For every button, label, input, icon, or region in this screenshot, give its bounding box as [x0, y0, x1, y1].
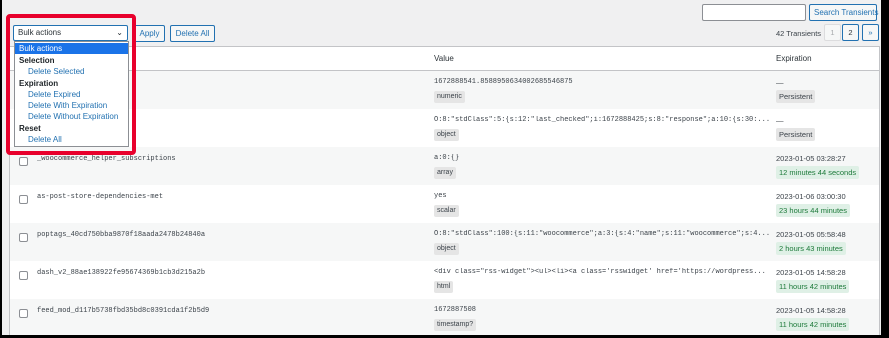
expiration-badge: Persistent [776, 128, 816, 141]
expiration-badge: 11 hours 42 minutes [776, 280, 850, 293]
transient-value: <div class="rss-widget"><ul><li><a class… [434, 268, 766, 276]
current-page: 1 [824, 24, 841, 41]
transient-name[interactable]: poptags_40cd750bba9870f18aada2478b24840a [37, 231, 205, 239]
transient-value: yes [434, 192, 447, 200]
expiration-date: — [776, 116, 784, 125]
type-badge: timestamp? [434, 319, 477, 331]
transient-value: O:8:"stdClass":5:{s:12:"last_checked";i:… [434, 116, 770, 124]
transient-value: a:0:{} [434, 154, 460, 162]
search-input[interactable] [702, 4, 806, 21]
transient-name[interactable]: feed_mod_d117b5738fbd35bd8c0391cda1f2b5d… [37, 307, 209, 315]
transient-value: 1672888541.8588950634002685546875 [434, 78, 573, 86]
expiration-badge: 12 minutes 44 seconds [776, 166, 860, 179]
expiration-badge: 11 hours 42 minutes [776, 318, 850, 331]
transient-value: O:8:"stdClass":100:{s:11:"woocommerce";a… [434, 230, 770, 238]
type-badge: scalar [434, 205, 459, 217]
expiration-date: 2023-01-05 14:58:28 [776, 306, 846, 315]
row-checkbox[interactable] [19, 157, 28, 166]
table-row: O:8:"stdClass":5:{s:12:"last_checked";i:… [10, 109, 879, 147]
transient-name[interactable]: dash_v2_88ae138922fe95674369b1cb3d215a2b [37, 269, 205, 277]
table-header: Value Expiration [10, 47, 879, 71]
type-badge: array [434, 167, 456, 179]
optgroup-expiration: Expiration [19, 79, 59, 88]
option-delete-with-expiration[interactable]: Delete With Expiration [15, 100, 128, 111]
option-delete-selected[interactable]: Delete Selected [15, 66, 128, 77]
delete-all-button[interactable]: Delete All [170, 25, 215, 42]
optgroup-selection: Selection [19, 56, 55, 65]
row-checkbox[interactable] [19, 233, 28, 242]
row-checkbox[interactable] [19, 271, 28, 280]
transient-name[interactable]: _woocommerce_helper_subscriptions [37, 155, 176, 163]
column-expiration[interactable]: Expiration [776, 54, 812, 63]
type-badge: html [434, 281, 454, 293]
row-checkbox[interactable] [19, 309, 28, 318]
optgroup-reset: Reset [19, 124, 41, 133]
transients-page: Search Transients Bulk actions ⌄ Apply D… [2, 0, 881, 335]
page-2-link[interactable]: 2 [842, 24, 859, 41]
apply-button[interactable]: Apply [134, 25, 165, 42]
bulk-actions-dropdown: Bulk actions Selection Delete Selected E… [14, 41, 129, 147]
expiration-badge: 23 hours 44 minutes [776, 204, 850, 217]
expiration-date: — [776, 78, 784, 87]
transient-count: 42 Transients [776, 29, 822, 38]
transient-name[interactable]: as-post-store-dependencies-met [37, 193, 163, 201]
table-row: dash_v2_88ae138922fe95674369b1cb3d215a2b… [10, 261, 879, 299]
expiration-date: 2023-01-05 05:58:48 [776, 230, 846, 239]
table-row: as-post-store-dependencies-met yes scala… [10, 185, 879, 223]
option-bulk-actions[interactable]: Bulk actions [15, 43, 128, 54]
option-delete-all[interactable]: Delete All [15, 134, 128, 145]
expiration-date: 2023-01-05 03:28:27 [776, 154, 846, 163]
transient-value: 1672887508 [434, 306, 477, 314]
table-row: feed_mod_d117b5738fbd35bd8c0391cda1f2b5d… [10, 299, 879, 335]
table-row: _woocommerce_helper_subscriptions a:0:{}… [10, 147, 879, 185]
type-badge: object [434, 243, 459, 255]
next-page-link[interactable]: » [862, 24, 879, 41]
column-value[interactable]: Value [434, 54, 454, 63]
row-checkbox[interactable] [19, 195, 28, 204]
type-badge: numeric [434, 91, 465, 103]
transients-table: Value Expiration 1672888541.858895063400… [9, 46, 880, 335]
expiration-badge: Persistent [776, 90, 816, 103]
search-transients-button[interactable]: Search Transients [809, 4, 878, 21]
table-row: poptags_40cd750bba9870f18aada2478b24840a… [10, 223, 879, 261]
expiration-badge: 2 hours 43 minutes [776, 242, 846, 255]
option-delete-expired[interactable]: Delete Expired [15, 89, 128, 100]
expiration-date: 2023-01-06 03:00:30 [776, 192, 846, 201]
type-badge: object [434, 129, 459, 141]
table-row: 1672888541.8588950634002685546875 numeri… [10, 71, 879, 109]
expiration-date: 2023-01-05 14:58:28 [776, 268, 846, 277]
option-delete-without-expiration[interactable]: Delete Without Expiration [15, 111, 128, 122]
